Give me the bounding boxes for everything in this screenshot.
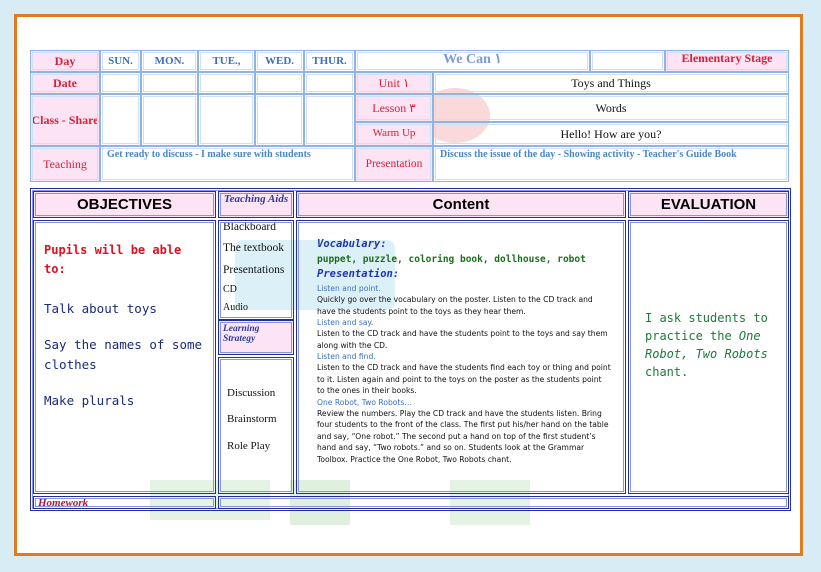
aid-item: The textbook <box>223 242 284 255</box>
class-cell <box>141 94 198 146</box>
date-cell <box>255 72 304 94</box>
strategy-item: Discussion <box>227 387 276 399</box>
step-body: Listen to the CD track and have the stud… <box>317 363 611 396</box>
step-body: Quickly go over the vocabulary on the po… <box>317 295 593 316</box>
class-cell <box>304 94 355 146</box>
lesson-value: Words <box>433 94 789 122</box>
step-body: Listen to the CD track and have the stud… <box>317 329 608 350</box>
day-label: Day <box>30 50 100 72</box>
step-title: Listen and say. <box>317 317 374 327</box>
vocabulary-heading: Vocabulary: <box>317 238 387 250</box>
aid-item: CD <box>223 283 237 295</box>
day-wed: WED. <box>255 50 304 72</box>
aids-head: Teaching Aids <box>218 191 294 218</box>
vocabulary-words: puppet, puzzle, coloring book, dollhouse… <box>317 253 586 265</box>
aid-item: Presentations <box>223 263 285 276</box>
step-body: Review the numbers. Play the CD track an… <box>317 409 609 464</box>
content-cell: Vocabulary: puppet, puzzle, coloring boo… <box>296 220 626 494</box>
day-sun: SUN. <box>100 50 141 72</box>
class-cell <box>255 94 304 146</box>
evaluation-cell: I ask students to practice the One Robot… <box>628 220 789 494</box>
date-cell <box>100 72 141 94</box>
objectives-head: OBJECTIVES <box>33 191 216 218</box>
objective-item: Say the names of some clothes <box>44 337 203 373</box>
presentation-heading: Presentation: <box>317 268 400 280</box>
aid-item: Blackboard <box>223 221 277 233</box>
day-tue: TUE., <box>198 50 255 72</box>
aid-item: Audio <box>223 302 248 314</box>
class-cell <box>198 94 255 146</box>
date-cell <box>141 72 198 94</box>
objectives-cell: Pupils will be able to: Talk about toys … <box>33 220 216 494</box>
step-title: One Robot, Two Robots… <box>317 397 412 407</box>
strategies-cell: Discussion Brainstorm Role Play <box>218 357 294 494</box>
day-mon: MON. <box>141 50 198 72</box>
learning-strategy-label: Learning Strategy <box>218 320 294 355</box>
date-cell <box>304 72 355 94</box>
lesson-label: Lesson ٣ <box>355 94 433 122</box>
objective-item: Make plurals <box>44 393 135 409</box>
content-head: Content <box>296 191 626 218</box>
stage-label: Elementary Stage <box>665 50 789 72</box>
unit-value: Toys and Things <box>433 72 789 94</box>
blank-cell <box>590 50 665 72</box>
step-title: Listen and find. <box>317 352 376 362</box>
teaching-text: Get ready to discuss - I make sure with … <box>100 146 355 182</box>
we-can-title: We Can ١ <box>355 50 590 72</box>
step-title: Listen and point. <box>317 283 381 293</box>
unit-label: Unit ١ <box>355 72 433 94</box>
strategy-item: Role Play <box>227 439 271 452</box>
class-share-label: Class - Share <box>30 94 100 146</box>
evaluation-text-end: chant. <box>645 365 689 379</box>
aids-cell: Blackboard The textbook Presentations CD… <box>218 220 294 320</box>
class-cell <box>100 94 141 146</box>
homework-field[interactable] <box>218 496 789 509</box>
teaching-label: Teaching <box>30 146 100 182</box>
presentation-label: Presentation <box>355 146 433 182</box>
date-label: Date <box>30 72 100 94</box>
warmup-label: Warm Up <box>355 122 433 146</box>
objective-item: Talk about toys <box>44 301 157 317</box>
warmup-value: Hello! How are you? <box>433 122 789 146</box>
objectives-intro: Pupils will be able to: <box>44 243 182 277</box>
presentation-text: Discuss the issue of the day - Showing a… <box>433 146 789 182</box>
date-cell <box>198 72 255 94</box>
homework-label: Homework <box>33 496 216 509</box>
evaluation-head: EVALUATION <box>628 191 789 218</box>
day-thur: THUR. <box>304 50 355 72</box>
strategy-item: Brainstorm <box>227 413 277 426</box>
